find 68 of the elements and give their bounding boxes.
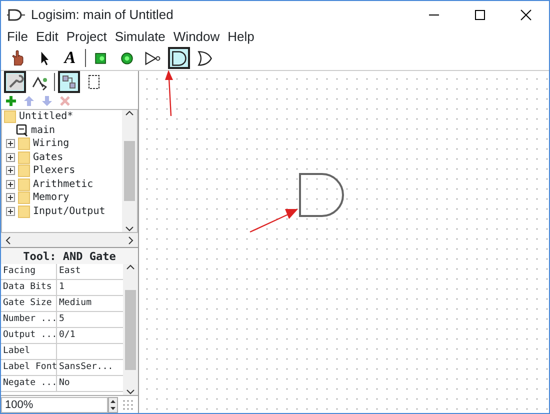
property-name: Label (1, 344, 57, 359)
property-value[interactable]: East (57, 264, 123, 279)
property-name: Facing (1, 264, 57, 279)
folder-icon (18, 178, 30, 191)
tree-item[interactable]: main (31, 122, 56, 138)
magnifier-icon (16, 124, 28, 137)
expand-icon[interactable] (6, 206, 15, 216)
expand-icon[interactable] (6, 193, 15, 202)
down-caret-icon[interactable] (125, 225, 134, 232)
folder-icon (18, 150, 30, 164)
menu-item[interactable]: Help (224, 28, 258, 46)
tree-item[interactable]: Untitled* (19, 110, 74, 124)
property-value[interactable]: 1 (57, 280, 123, 295)
property-value[interactable]: Medium (57, 296, 123, 311)
expand-icon[interactable] (6, 152, 15, 162)
property-value[interactable]: No (57, 376, 123, 391)
and-gate[interactable] (298, 172, 346, 218)
grid-icon[interactable] (122, 398, 134, 410)
property-name: Negate ... (1, 376, 57, 391)
property-name: Gate Size (1, 296, 57, 311)
property-name: Label Font (1, 360, 57, 375)
folder-icon (18, 204, 30, 218)
tree-item[interactable]: Gates (33, 150, 64, 165)
tree-item[interactable]: Memory (33, 190, 70, 206)
view-button[interactable] (58, 71, 80, 93)
menu-item[interactable]: Project (62, 28, 111, 46)
expand-icon[interactable] (6, 139, 15, 148)
menu-item[interactable]: Window (169, 28, 224, 46)
window-title: Logisim: main of Untitled (31, 6, 174, 24)
tree-item[interactable]: Input/Output (33, 204, 106, 219)
logic-gate-icon (7, 6, 25, 22)
or-gate-icon (196, 48, 214, 68)
view-button[interactable] (4, 71, 26, 93)
tree-item[interactable]: Wiring (33, 136, 70, 152)
menu-item[interactable]: Simulate (110, 28, 170, 46)
scrollbar[interactable] (123, 264, 138, 395)
folder-icon (18, 191, 30, 204)
menu-item[interactable]: File (3, 28, 32, 46)
left-caret-icon[interactable] (5, 236, 12, 244)
zoom-field[interactable]: 100% (1, 396, 108, 412)
menu-item[interactable]: Edit (32, 28, 62, 46)
property-name: Number ... (1, 312, 57, 327)
tree-item[interactable]: Arithmetic (33, 176, 94, 192)
properties-title: Tool: AND Gate (1, 247, 138, 264)
up-caret-icon[interactable] (126, 264, 135, 271)
annotation-arrow (249, 207, 299, 233)
property-value[interactable]: 0/1 (57, 328, 123, 343)
down-caret-icon[interactable] (126, 388, 135, 395)
tool-button[interactable]: A (59, 47, 81, 69)
expand-icon[interactable] (6, 180, 15, 189)
property-value[interactable]: SansSer... (57, 360, 123, 375)
and-gate-icon (170, 48, 188, 68)
right-caret-icon[interactable] (127, 236, 134, 244)
scrollbar[interactable] (1, 233, 138, 247)
scrollbar[interactable] (122, 110, 137, 232)
folder-icon (18, 137, 30, 150)
property-name: Output ... (1, 328, 57, 343)
expand-icon[interactable] (6, 166, 15, 176)
tree-item[interactable]: Plexers (33, 163, 76, 178)
plus-icon[interactable] (5, 95, 17, 107)
up-caret-icon[interactable] (125, 110, 134, 117)
tool-button[interactable] (168, 47, 190, 69)
property-value[interactable]: 5 (57, 312, 123, 327)
folder-icon (18, 164, 30, 178)
wrench-icon (6, 73, 24, 91)
layout-icon (60, 73, 78, 91)
spinner-icon[interactable] (108, 396, 118, 412)
property-name: Data Bits (1, 280, 57, 295)
